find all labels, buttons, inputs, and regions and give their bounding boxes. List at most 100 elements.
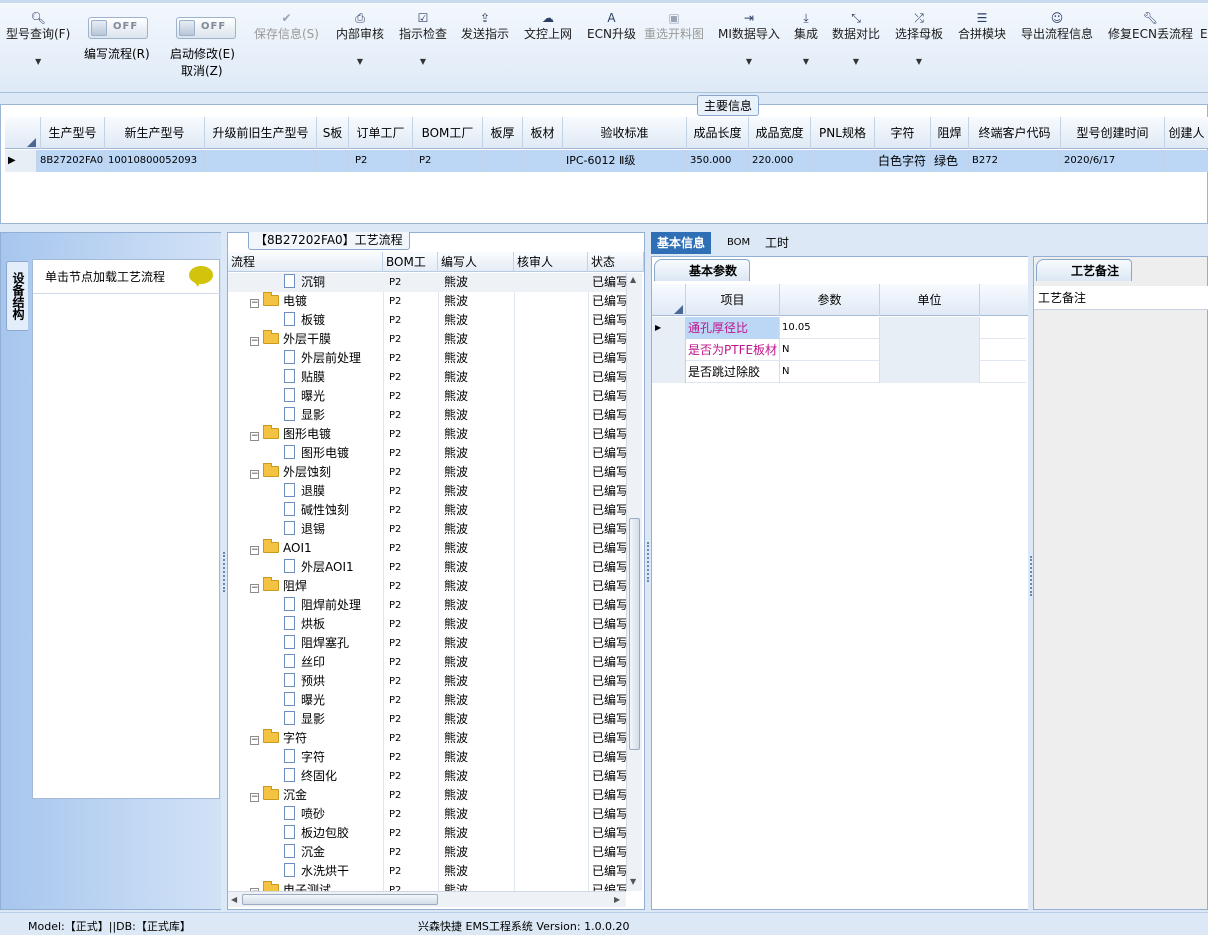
- grid-corner[interactable]: [652, 284, 686, 316]
- row-header[interactable]: [652, 339, 686, 361]
- tree-row[interactable]: 板边包胶 P2 熊波 已编写: [228, 824, 626, 843]
- column-header[interactable]: 终端客户代码: [969, 117, 1061, 149]
- column-header[interactable]: 成品宽度: [749, 117, 811, 149]
- tree-node[interactable]: 阻焊前处理: [284, 596, 361, 615]
- chevron-down-icon[interactable]: ▼: [6, 57, 70, 66]
- column-header[interactable]: 参数: [780, 284, 880, 316]
- column-header[interactable]: 成品长度: [687, 117, 749, 149]
- column-header[interactable]: 单位: [880, 284, 980, 316]
- tab-basic-info[interactable]: 基本信息: [651, 232, 712, 254]
- tab-process-notes[interactable]: 工艺备注: [1036, 259, 1133, 281]
- column-header[interactable]: 订单工厂: [349, 117, 413, 149]
- tree-row[interactable]: 图形电镀 P2 熊波 已编写: [228, 444, 626, 463]
- doc-control-upload-button[interactable]: ☁ 文控上网: [524, 10, 572, 42]
- tree-row[interactable]: − 外层干膜 P2 熊波 已编写: [228, 330, 626, 349]
- tree-row[interactable]: 外层前处理 P2 熊波 已编写: [228, 349, 626, 368]
- tree-row[interactable]: 水洗烘干 P2 熊波 已编写: [228, 862, 626, 881]
- tree-row[interactable]: 终固化 P2 熊波 已编写: [228, 767, 626, 786]
- column-header[interactable]: 核审人: [514, 252, 588, 272]
- tree-row[interactable]: − 电镀 P2 熊波 已编写: [228, 292, 626, 311]
- tree-row[interactable]: 贴膜 P2 熊波 已编写: [228, 368, 626, 387]
- column-header[interactable]: PNL规格: [811, 117, 875, 149]
- tree-node[interactable]: 贴膜: [284, 368, 325, 387]
- tree-node[interactable]: 曝光: [284, 691, 325, 710]
- tree-row[interactable]: 退锡 P2 熊波 已编写: [228, 520, 626, 539]
- tree-node[interactable]: 退膜: [284, 482, 325, 501]
- tree-row[interactable]: 曝光 P2 熊波 已编写: [228, 691, 626, 710]
- select-motherboard-button[interactable]: ⤮ 选择母板 ▼: [895, 10, 943, 66]
- chevron-down-icon[interactable]: ▼: [718, 57, 780, 66]
- collapse-icon[interactable]: −: [250, 584, 259, 593]
- chevron-down-icon[interactable]: ▼: [336, 57, 384, 66]
- collapse-icon[interactable]: −: [250, 299, 259, 308]
- table-row[interactable]: ▶ 8B27202FA0 10010800052093 P2 P2 IPC-60…: [5, 150, 1208, 172]
- collapse-icon[interactable]: −: [250, 337, 259, 346]
- column-header[interactable]: 板材: [523, 117, 563, 149]
- scroll-up-icon[interactable]: ▲: [630, 275, 636, 284]
- scroll-down-icon[interactable]: ▼: [630, 877, 636, 886]
- vertical-scrollbar[interactable]: ▲ ▼: [626, 273, 642, 891]
- tree-row[interactable]: − 阻焊 P2 熊波 已编写: [228, 577, 626, 596]
- tree-node[interactable]: − 字符: [250, 729, 307, 748]
- tab-bom[interactable]: BOM: [721, 232, 756, 254]
- tree-row[interactable]: − 外层蚀刻 P2 熊波 已编写: [228, 463, 626, 482]
- cancel-button[interactable]: 取消(Z): [181, 62, 223, 79]
- tree-node[interactable]: − 图形电镀: [250, 425, 331, 444]
- tree-node[interactable]: − AOI1: [250, 539, 312, 558]
- table-row[interactable]: 是否为PTFE板材 N: [652, 339, 1026, 361]
- table-row[interactable]: ▶ 通孔厚径比 10.05: [652, 317, 1026, 339]
- tree-node[interactable]: 图形电镀: [284, 444, 349, 463]
- tree-row[interactable]: 退膜 P2 熊波 已编写: [228, 482, 626, 501]
- tree-node[interactable]: − 阻焊: [250, 577, 307, 596]
- scroll-left-icon[interactable]: ◀: [231, 895, 237, 904]
- send-instruction-button[interactable]: ⇪ 发送指示: [461, 10, 509, 42]
- tab-basic-params[interactable]: 基本参数: [654, 259, 751, 281]
- row-selector-icon[interactable]: ▶: [652, 317, 686, 339]
- column-header[interactable]: 验收标准: [563, 117, 687, 149]
- tree-row[interactable]: 外层AOI1 P2 熊波 已编写: [228, 558, 626, 577]
- merge-module-button[interactable]: ☰ 合拼模块: [958, 10, 1006, 42]
- internal-review-button[interactable]: ⎙ 内部审核 ▼: [336, 10, 384, 66]
- mi-data-import-button[interactable]: ⇥ MI数据导入 ▼: [718, 10, 780, 66]
- tree-node[interactable]: − 外层干膜: [250, 330, 331, 349]
- integration-button[interactable]: ⤓ 集成 ▼: [794, 10, 818, 66]
- ecn-upgrade-button[interactable]: A ECN升级: [587, 10, 636, 42]
- table-row[interactable]: 是否跳过除胶 N: [652, 361, 1026, 383]
- tree-row[interactable]: 板镀 P2 熊波 已编写: [228, 311, 626, 330]
- column-header[interactable]: 阻焊: [931, 117, 969, 149]
- reselect-cut-diagram-button[interactable]: ▣ 重选开料图: [644, 10, 704, 42]
- tree-node[interactable]: 外层AOI1: [284, 558, 354, 577]
- tree-row[interactable]: 喷砂 P2 熊波 已编写: [228, 805, 626, 824]
- toolbar-overflow-button[interactable]: E: [1200, 10, 1208, 42]
- tree-row[interactable]: − 图形电镀 P2 熊波 已编写: [228, 425, 626, 444]
- tree-node[interactable]: 终固化: [284, 767, 337, 786]
- grid-corner[interactable]: [5, 117, 41, 149]
- tree-node[interactable]: − 外层蚀刻: [250, 463, 331, 482]
- tree-node[interactable]: 沉金: [284, 843, 325, 862]
- collapse-icon[interactable]: −: [250, 470, 259, 479]
- tree-row[interactable]: 丝印 P2 熊波 已编写: [228, 653, 626, 672]
- scroll-right-icon[interactable]: ▶: [614, 895, 620, 904]
- tree-row[interactable]: 沉铜 P2 熊波 已编写: [228, 273, 626, 292]
- tree-node[interactable]: 曝光: [284, 387, 325, 406]
- column-header[interactable]: 流程: [228, 252, 383, 272]
- tree-node[interactable]: 水洗烘干: [284, 862, 349, 881]
- tree-row[interactable]: − AOI1 P2 熊波 已编写: [228, 539, 626, 558]
- collapse-icon[interactable]: −: [250, 546, 259, 555]
- collapse-icon[interactable]: −: [250, 432, 259, 441]
- repair-ecn-flow-button[interactable]: 🔧︎ 修复ECN丢流程: [1108, 10, 1193, 42]
- tree-node[interactable]: 板镀: [284, 311, 325, 330]
- column-header[interactable]: 型号创建时间: [1061, 117, 1165, 149]
- column-header[interactable]: 板厚: [483, 117, 523, 149]
- chevron-down-icon[interactable]: ▼: [832, 57, 880, 66]
- column-header[interactable]: 字符: [875, 117, 931, 149]
- tree-row[interactable]: 碱性蚀刻 P2 熊波 已编写: [228, 501, 626, 520]
- tree-node[interactable]: − 沉金: [250, 786, 307, 805]
- export-flow-info-button[interactable]: ☺ 导出流程信息: [1021, 10, 1093, 42]
- chevron-down-icon[interactable]: ▼: [895, 57, 943, 66]
- tree-row[interactable]: 显影 P2 熊波 已编写: [228, 710, 626, 729]
- column-header[interactable]: 生产型号: [41, 117, 105, 149]
- horizontal-scrollbar[interactable]: ◀ ▶: [228, 891, 626, 907]
- scrollbar-thumb[interactable]: [629, 518, 640, 750]
- chevron-down-icon[interactable]: ▼: [794, 57, 818, 66]
